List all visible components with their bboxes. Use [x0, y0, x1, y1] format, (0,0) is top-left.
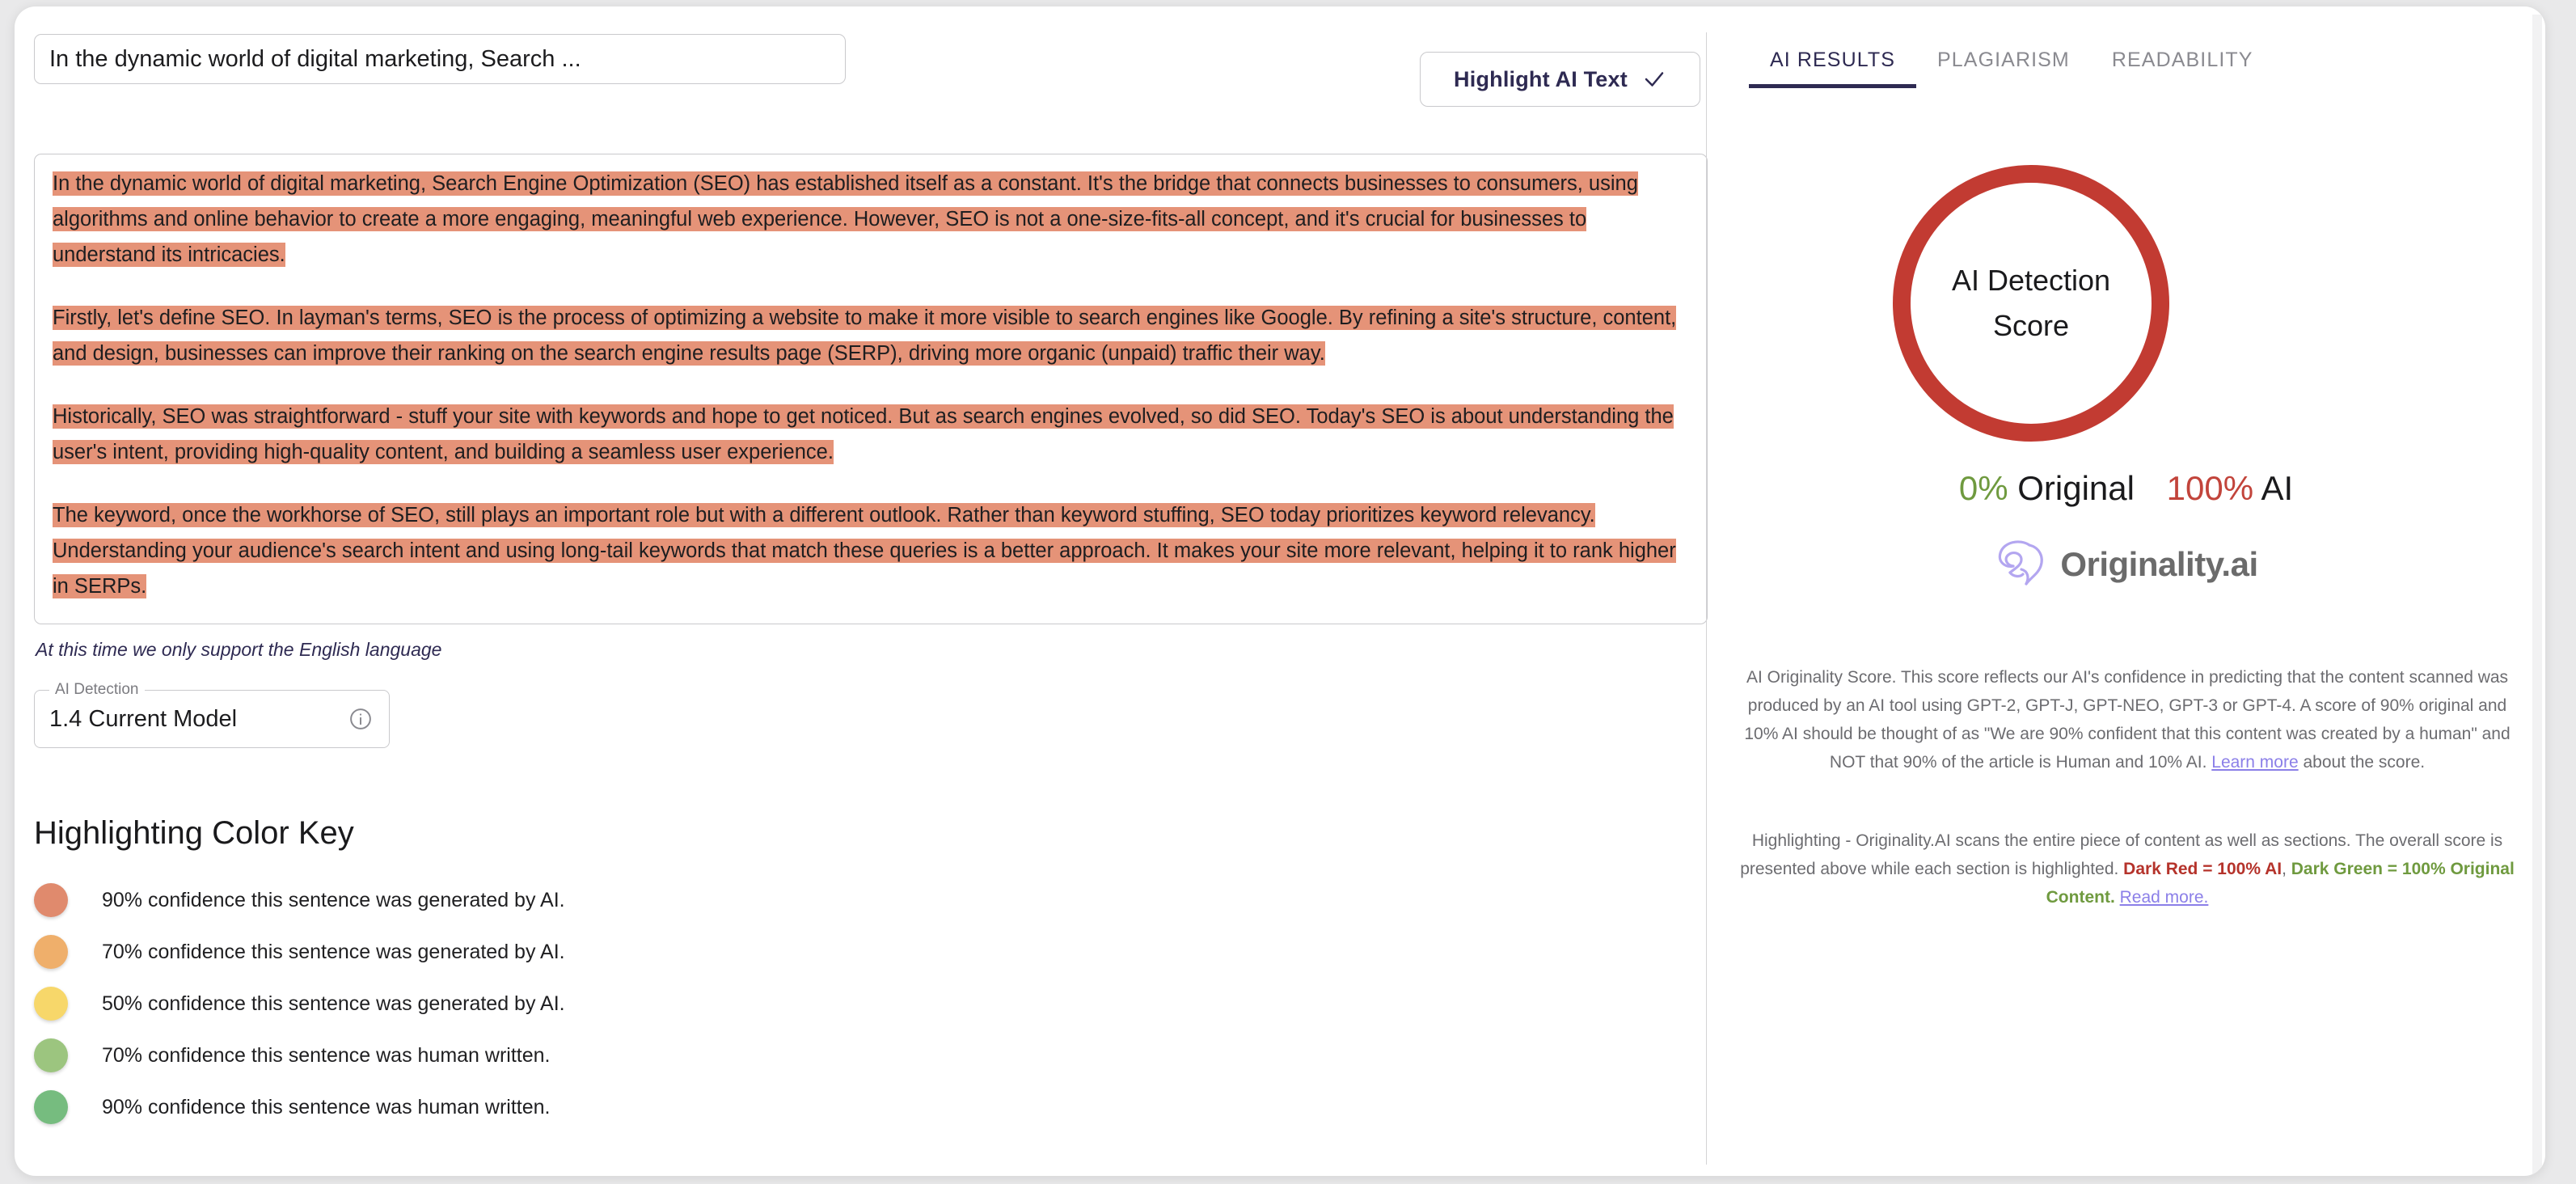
content-editor[interactable]: In the dynamic world of digital marketin… [34, 154, 1708, 624]
ai-detection-score-ring-label: AI Detection Score [1952, 258, 2110, 349]
read-more-link[interactable]: Read more. [2120, 888, 2209, 907]
color-key-item: 90% confidence this sentence was human w… [34, 1081, 923, 1133]
original-percent-label: Original [2017, 469, 2135, 507]
color-key-label: 70% confidence this sentence was human w… [102, 1043, 551, 1067]
color-key-heading: Highlighting Color Key [34, 815, 354, 851]
ring-line-1: AI Detection [1951, 264, 2111, 297]
ai-percent-label: AI [2261, 469, 2294, 507]
color-swatch [34, 1090, 68, 1124]
ai-detection-model-legend: AI Detection [49, 679, 145, 700]
color-swatch [34, 935, 68, 969]
app-card: In the dynamic world of digital marketin… [15, 6, 2545, 1176]
highlighted-text: The keyword, once the workhorse of SEO, … [53, 503, 1676, 598]
highlighted-text: Historically, SEO was straightforward - … [53, 404, 1674, 464]
color-key-label: 90% confidence this sentence was generat… [102, 888, 565, 911]
color-key-list: 90% confidence this sentence was generat… [34, 874, 923, 1133]
tab-plagiarism[interactable]: PLAGIARISM [1916, 49, 2091, 88]
ring-line-2: Score [1992, 309, 2070, 342]
color-key-item: 50% confidence this sentence was generat… [34, 978, 923, 1030]
color-key-item: 70% confidence this sentence was human w… [34, 1030, 923, 1081]
info-icon[interactable] [348, 707, 373, 731]
title-input[interactable]: In the dynamic world of digital marketin… [34, 34, 846, 84]
editor-paragraph: Firstly, let's define SEO. In layman's t… [53, 300, 1689, 371]
color-swatch [34, 987, 68, 1021]
emphasis-separator: , [2282, 860, 2291, 878]
highlight-ai-text-label: Highlight AI Text [1454, 66, 1628, 91]
results-tabs: AI RESULTS PLAGIARISM READABILITY [1749, 49, 2274, 88]
description-text-after: about the score. [2298, 753, 2426, 772]
app-page: In the dynamic world of digital marketin… [0, 0, 2576, 1184]
color-swatch [34, 1038, 68, 1072]
editor-paragraph: The keyword, once the workhorse of SEO, … [53, 497, 1689, 604]
ai-detection-score-ring: AI Detection Score [1893, 165, 2169, 442]
ai-percent-value: 100% [2166, 469, 2254, 507]
ai-detection-model-value: 1.4 Current Model [49, 705, 238, 732]
learn-more-link[interactable]: Learn more [2211, 753, 2298, 772]
brain-logo-icon [1994, 537, 2047, 591]
editor-paragraph: In the dynamic world of digital marketin… [53, 166, 1689, 273]
color-key-label: 90% confidence this sentence was human w… [102, 1095, 551, 1118]
editor-panel: In the dynamic world of digital marketin… [15, 6, 1708, 1176]
color-key-item: 70% confidence this sentence was generat… [34, 926, 923, 978]
highlight-ai-text-button[interactable]: Highlight AI Text [1420, 52, 1700, 107]
color-swatch [34, 883, 68, 917]
editor-paragraph: Historically, SEO was straightforward - … [53, 399, 1689, 470]
score-percentages: 0% Original 100% AI [1707, 469, 2545, 508]
ai-detection-model-select[interactable]: AI Detection 1.4 Current Model [34, 679, 390, 748]
results-panel: AI RESULTS PLAGIARISM READABILITY AI Det… [1707, 6, 2545, 1176]
highlighted-text: In the dynamic world of digital marketin… [53, 171, 1638, 267]
tab-readability[interactable]: READABILITY [2091, 49, 2274, 88]
highlighted-text: Firstly, let's define SEO. In layman's t… [53, 306, 1677, 366]
dark-red-emphasis: Dark Red = 100% AI [2123, 860, 2283, 878]
original-percent-value: 0% [1958, 469, 2008, 507]
tab-ai-results[interactable]: AI RESULTS [1749, 49, 1917, 88]
page-scrollbar[interactable] [2532, 15, 2542, 1176]
title-input-value: In the dynamic world of digital marketin… [49, 45, 581, 72]
color-key-item: 90% confidence this sentence was generat… [34, 874, 923, 926]
color-key-label: 50% confidence this sentence was generat… [102, 992, 565, 1015]
ai-originality-score-description: AI Originality Score. This score reflect… [1739, 663, 2515, 776]
language-support-note: At this time we only support the English… [36, 639, 442, 660]
originality-brand: Originality.ai [1707, 537, 2545, 591]
brand-name: Originality.ai [2060, 544, 2258, 583]
check-icon [1642, 67, 1666, 91]
color-key-label: 70% confidence this sentence was generat… [102, 940, 565, 963]
highlighting-description: Highlighting - Originality.AI scans the … [1739, 827, 2515, 911]
